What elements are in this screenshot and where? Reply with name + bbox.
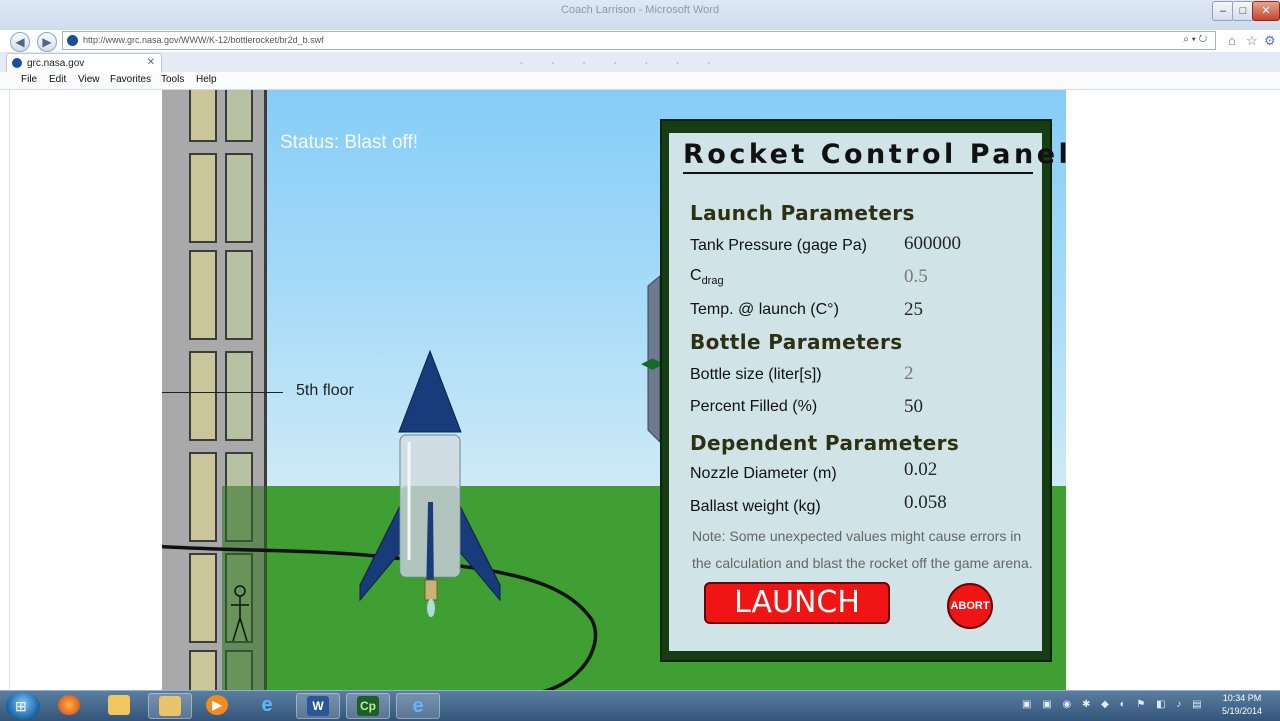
clock-time[interactable]: 10:34 PM — [1212, 693, 1272, 703]
dependent-parameters-heading: Dependent Parameters — [690, 431, 960, 455]
rocket-fin-left — [359, 501, 403, 602]
launch-parameters-heading: Launch Parameters — [690, 201, 915, 225]
tank-pressure-input[interactable]: 600000 — [904, 233, 961, 255]
firefox-icon — [58, 695, 80, 715]
taskbar-internet-explorer-active[interactable]: e — [396, 693, 440, 719]
taskbar-media-player[interactable]: ▶ — [196, 693, 240, 719]
captivate-icon: Cp — [357, 696, 379, 716]
taskbar-captivate[interactable]: Cp — [346, 693, 390, 719]
abort-button[interactable]: ABORT — [947, 583, 993, 629]
nozzle-diameter-value: 0.02 — [904, 459, 938, 480]
taskbar-explorer[interactable] — [148, 693, 192, 719]
percent-filled-label: Percent Filled (%) — [690, 398, 818, 415]
bottle-size-label: Bottle size (liter[s]) — [690, 366, 822, 383]
windows-logo-icon: ⊞ — [15, 698, 27, 714]
nozzle-diameter-label: Nozzle Diameter (m) — [690, 465, 837, 482]
ballast-weight-value: 0.058 — [904, 492, 947, 513]
taskbar-firefox[interactable] — [48, 693, 92, 719]
rocket-nose-cone — [398, 349, 462, 433]
close-tab-icon[interactable]: ✕ — [147, 57, 155, 68]
settings-gear-icon[interactable]: ⚙ — [1264, 33, 1276, 49]
bottle-parameters-heading: Bottle Parameters — [690, 330, 903, 354]
internet-explorer-active-icon: e — [412, 695, 424, 717]
bottle-size-input[interactable]: 2 — [904, 363, 914, 385]
nasa-tab-icon — [12, 58, 22, 68]
maximize-button[interactable]: □ — [1232, 1, 1254, 21]
ballast-weight-label: Ballast weight (kg) — [690, 498, 821, 515]
clock-date[interactable]: 5/19/2014 — [1212, 706, 1272, 716]
favorites-star-icon[interactable]: ☆ — [1246, 33, 1258, 49]
launch-button[interactable]: LAUNCH — [704, 582, 890, 624]
tab-grc-nasa[interactable]: grc.nasa.gov ✕ — [6, 53, 162, 72]
menu-tools[interactable]: Tools — [161, 74, 184, 85]
rocket-fin-right — [457, 501, 501, 602]
temp-launch-label: Temp. @ launch (C°) — [690, 301, 839, 318]
water-jet — [427, 599, 435, 617]
window-title: Coach Larrison - Microsoft Word — [560, 4, 720, 16]
cdrag-label: Cdrag — [690, 267, 724, 287]
arrow-left-icon: ◀ — [15, 35, 25, 49]
address-tools: ⌕ ▾ ↻ — [1183, 34, 1207, 45]
tab-strip: grc.nasa.gov ✕ ▪▪▪▪▪▪▪ — [0, 52, 1280, 73]
menu-help[interactable]: Help — [196, 74, 217, 85]
forward-button[interactable]: ▶ — [37, 32, 57, 52]
search-icon[interactable]: ⌕ — [1183, 34, 1189, 45]
page-margin — [0, 90, 10, 690]
taskbar-libraries[interactable] — [98, 693, 142, 719]
temp-launch-input[interactable]: 25 — [904, 299, 923, 321]
refresh-icon[interactable]: ↻ — [1199, 34, 1207, 45]
back-button[interactable]: ◀ — [10, 32, 30, 52]
internet-explorer-icon: e — [261, 694, 273, 716]
address-bar[interactable]: http://www.grc.nasa.gov/WWW/K-12/bottler… — [62, 31, 1216, 50]
system-tray[interactable]: ▣ ▣ ◉ ✱ ◆ ◐ ⚑ ◧ ♪ ▤ — [1022, 699, 1206, 710]
folder-icon — [108, 695, 130, 715]
media-player-icon: ▶ — [206, 695, 228, 715]
cdrag-input[interactable]: 0.5 — [904, 266, 928, 288]
close-window-button[interactable]: ✕ — [1252, 1, 1280, 21]
arrow-right-icon: ▶ — [42, 35, 52, 49]
explorer-icon — [159, 696, 181, 716]
menu-file[interactable]: File — [21, 74, 37, 85]
page-content: Status: Blast off! 5th floor ◀▶ Rocket C… — [0, 90, 1280, 690]
taskbar-internet-explorer[interactable]: e — [246, 693, 290, 719]
cdrag-label-main: C — [690, 267, 702, 284]
menu-edit[interactable]: Edit — [49, 74, 66, 85]
percent-filled-input[interactable]: 50 — [904, 396, 923, 418]
ghost-tabs: ▪▪▪▪▪▪▪ — [520, 58, 739, 68]
rocket-control-panel: Rocket Control Panel Launch Parameters T… — [660, 119, 1066, 662]
start-button[interactable]: ⊞ — [6, 692, 40, 720]
rocket — [359, 349, 501, 617]
word-icon: W — [307, 696, 329, 716]
rocket-nozzle — [424, 579, 438, 601]
minimize-button[interactable]: – — [1212, 1, 1234, 21]
rocket-simulation-stage[interactable]: Status: Blast off! 5th floor ◀▶ Rocket C… — [162, 90, 1066, 690]
menu-favorites[interactable]: Favorites — [110, 74, 151, 85]
taskbar-word[interactable]: W — [296, 693, 340, 719]
windows-taskbar: ⊞ ▶ e W Cp e ▣ ▣ ◉ ✱ ◆ ◐ ⚑ ◧ ♪ ▤ 10:34 P… — [0, 690, 1280, 721]
address-url[interactable]: http://www.grc.nasa.gov/WWW/K-12/bottler… — [83, 35, 324, 45]
tab-label: grc.nasa.gov — [27, 58, 85, 69]
home-icon[interactable]: ⌂ — [1228, 33, 1236, 48]
window-titlebar: Coach Larrison - Microsoft Word – □ ✕ — [0, 0, 1280, 30]
warning-note: Note: Some unexpected values might cause… — [692, 528, 1033, 571]
tank-pressure-label: Tank Pressure (gage Pa) — [690, 237, 867, 254]
panel-title: Rocket Control Panel — [683, 138, 1066, 174]
dropdown-icon[interactable]: ▾ — [1192, 34, 1196, 45]
nasa-favicon-icon — [67, 35, 78, 46]
cdrag-label-sub: drag — [701, 275, 724, 288]
control-panel-body: Rocket Control Panel Launch Parameters T… — [669, 133, 1066, 651]
menu-bar: File Edit View Favorites Tools Help — [0, 72, 1280, 90]
menu-view[interactable]: View — [78, 74, 100, 85]
